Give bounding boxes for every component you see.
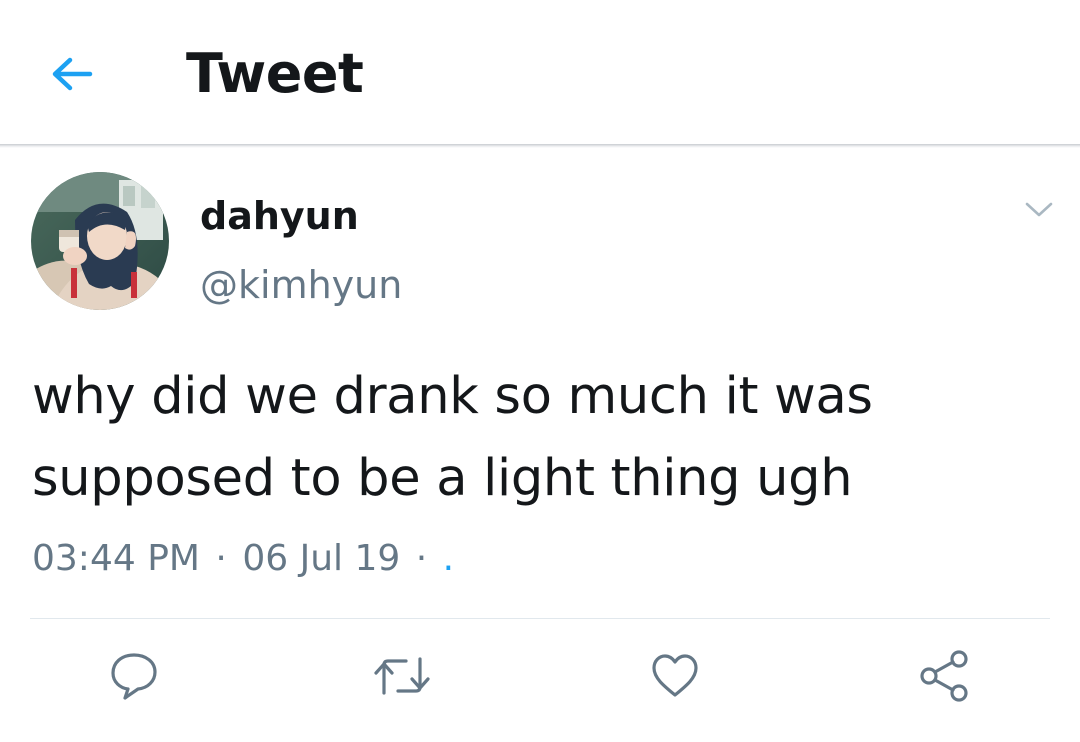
like-button[interactable] (645, 646, 705, 706)
tweet-time: 03:44 PM (32, 538, 200, 579)
top-app-bar: Tweet (0, 0, 1080, 144)
avatar[interactable] (31, 172, 169, 310)
heart-icon (652, 654, 698, 697)
share-icon (920, 650, 968, 702)
author-handle[interactable]: @kimhyun (200, 262, 402, 308)
reply-button[interactable] (104, 646, 164, 706)
header-divider (0, 144, 1080, 148)
retweet-button[interactable] (372, 646, 432, 706)
retweet-icon (374, 657, 430, 695)
chevron-down-icon (1025, 202, 1053, 217)
tweet-source-link[interactable]: . (443, 538, 454, 579)
tweet-date: 06 Jul 19 (242, 538, 401, 579)
back-button[interactable] (40, 44, 104, 104)
actions-divider (30, 618, 1050, 619)
author-display-name[interactable]: dahyun (200, 193, 359, 239)
tweet-text: why did we drank so much it was supposed… (32, 367, 873, 508)
share-button[interactable] (914, 646, 974, 706)
tweet-metadata: 03:44 PM · 06 Jul 19 · . (32, 536, 454, 582)
meta-separator: · (415, 538, 428, 579)
page-title: Tweet (186, 42, 364, 105)
speech-bubble-icon (111, 653, 157, 700)
meta-separator: · (215, 538, 227, 579)
more-options-button[interactable] (1020, 196, 1058, 224)
profile-photo (31, 172, 169, 310)
arrow-left-icon (52, 57, 93, 91)
